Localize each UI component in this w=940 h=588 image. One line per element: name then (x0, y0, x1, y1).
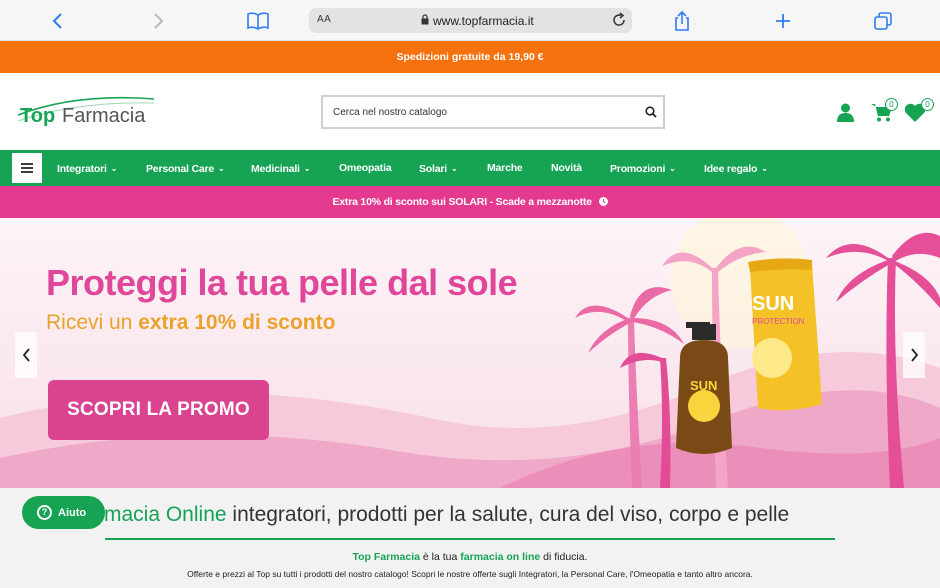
nav-item-solari[interactable]: Solari ⌄ (419, 150, 458, 186)
nav-item-label: Omeopatia (339, 162, 392, 174)
bookmarks-icon[interactable] (245, 8, 271, 34)
chevron-down-icon: ⌄ (303, 164, 311, 173)
back-icon[interactable] (45, 8, 71, 34)
url-text: www.topfarmacia.it (433, 14, 534, 28)
nav-item-label: Integratori (57, 163, 107, 175)
intro-brand: Top Farmacia (352, 551, 420, 563)
nav-item-label: Marche (487, 162, 523, 174)
hero-subtitle-prefix: Ricevi un (46, 311, 139, 334)
help-question-icon: ? (37, 505, 52, 520)
help-button[interactable]: ? Aiuto (22, 496, 105, 529)
new-tab-icon[interactable] (770, 8, 796, 34)
carousel-next-icon[interactable] (903, 332, 925, 378)
promo-bar-text: Extra 10% di sconto sui SOLARI - Scade a… (332, 196, 592, 208)
nav-item-label: Personal Care (146, 163, 215, 175)
tube-label-sun: SUN (752, 293, 794, 315)
promo-bar[interactable]: Extra 10% di sconto sui SOLARI - Scade a… (0, 186, 940, 218)
search-input[interactable] (333, 97, 633, 127)
intro-title-rest: integratori, prodotti per la salute, cur… (226, 503, 790, 526)
hero-background-illustration: SUN PROTECTION SUN (0, 218, 940, 488)
nav-item-label: Solari (419, 163, 447, 175)
lock-icon (421, 14, 429, 28)
hero-subtitle-highlight: extra 10% di sconto (138, 311, 336, 334)
nav-item-promozioni[interactable]: Promozioni ⌄ (610, 150, 676, 186)
carousel-prev-icon[interactable] (15, 332, 37, 378)
nav-item-novita[interactable]: Novità (551, 150, 582, 186)
menu-hamburger-icon[interactable] (12, 153, 42, 183)
sunscreen-tube-illustration: SUN PROTECTION (748, 258, 822, 411)
intro-paragraph-1: Top Farmacia è la tua farmacia on line d… (0, 551, 940, 563)
intro-title-brand: macia Online (104, 503, 227, 526)
intro-section: macia Online integratori, prodotti per l… (0, 488, 940, 588)
intro-divider (105, 538, 835, 540)
reader-aa-button[interactable]: AA (317, 14, 331, 25)
logo-word-top: Top (20, 105, 55, 127)
nav-item-medicinali[interactable]: Medicinali ⌄ (251, 150, 310, 186)
chevron-down-icon: ⌄ (110, 164, 118, 173)
share-icon[interactable] (669, 8, 695, 34)
reload-icon[interactable] (611, 12, 627, 31)
discover-promo-button[interactable]: SCOPRI LA PROMO (48, 380, 269, 440)
bottle-label-sun: SUN (690, 378, 717, 393)
wishlist-count-badge: 0 (921, 98, 934, 111)
nav-item-omeopatia[interactable]: Omeopatia (339, 150, 392, 186)
chevron-down-icon: ⌄ (761, 164, 768, 173)
account-icon[interactable] (837, 103, 854, 127)
intro-link[interactable]: farmacia on line (460, 551, 540, 563)
main-nav: Integratori ⌄ Personal Care ⌄ Medicinali ⌄ … (0, 150, 940, 186)
site-header: Top Farmacia 0 0 (0, 73, 940, 150)
nav-item-marche[interactable]: Marche (487, 150, 523, 186)
chevron-down-icon: ⌄ (218, 164, 225, 173)
nav-item-label: Idee regalo (704, 163, 758, 175)
nav-item-integratori[interactable]: Integratori ⌄ (57, 150, 117, 186)
nav-item-idee-regalo[interactable]: Idee regalo ⌄ (704, 150, 768, 186)
clock-icon (598, 187, 608, 220)
intro-title: macia Online integratori, prodotti per l… (104, 503, 940, 527)
search-bar (321, 95, 665, 129)
address-bar[interactable]: AA www.topfarmacia.it (309, 8, 632, 33)
intro-text: è la tua (419, 551, 461, 563)
nav-item-label: Medicinali (251, 163, 300, 175)
hero-title: Proteggi la tua pelle dal sole (46, 262, 518, 303)
tabs-icon[interactable] (870, 8, 896, 34)
help-button-label: Aiuto (58, 506, 87, 519)
intro-text: di fiducia. (540, 551, 588, 563)
cart-count-badge: 0 (885, 98, 898, 111)
forward-icon[interactable] (145, 8, 171, 34)
free-shipping-bar: Spedizioni gratuite da 19,90 € (0, 41, 940, 73)
nav-item-personal-care[interactable]: Personal Care ⌄ (146, 150, 225, 186)
logo-word-farmacia: Farmacia (62, 105, 146, 127)
nav-item-label: Novità (551, 162, 582, 174)
chevron-down-icon: ⌄ (450, 164, 458, 173)
chevron-down-icon: ⌄ (669, 164, 676, 173)
browser-toolbar: AA www.topfarmacia.it (0, 0, 940, 41)
hero-subtitle: Ricevi un extra 10% di sconto (46, 311, 335, 335)
nav-item-label: Promozioni (610, 163, 666, 175)
logo[interactable]: Top Farmacia (16, 95, 158, 129)
intro-paragraph-2: Offerte e prezzi al Top su tutti i prodo… (187, 569, 753, 579)
tube-label-protection: PROTECTION (752, 317, 805, 326)
search-icon[interactable] (645, 105, 657, 123)
hero-banner[interactable]: SUN PROTECTION SUN Proteggi la tua pelle… (0, 218, 940, 488)
